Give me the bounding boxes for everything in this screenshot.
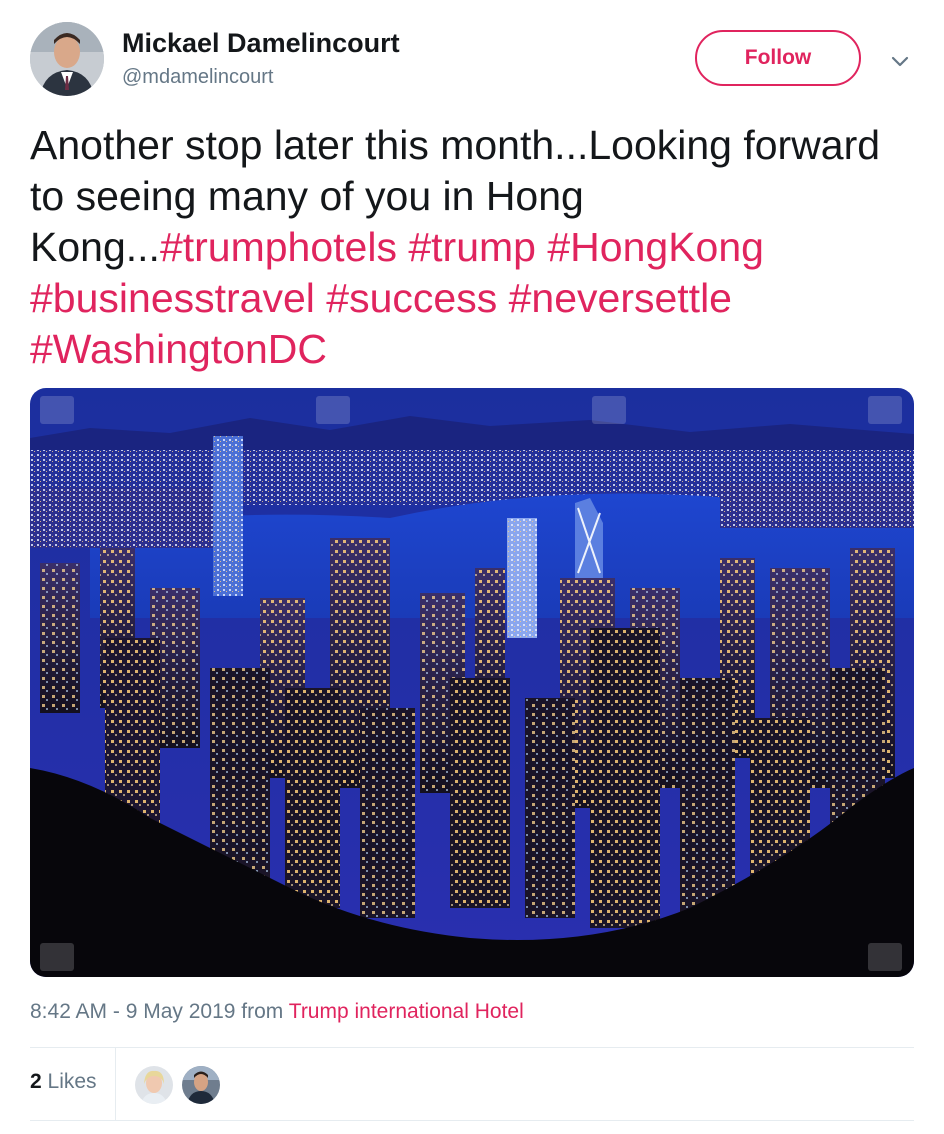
author-avatar[interactable] [30, 22, 104, 96]
vertical-divider [115, 1048, 116, 1120]
tweet-photo[interactable] [30, 388, 914, 977]
follow-button[interactable]: Follow [695, 30, 861, 86]
from-label: from [241, 1000, 284, 1023]
liker-avatar[interactable] [135, 1066, 173, 1104]
author-name[interactable]: Mickael Damelincourt [122, 28, 400, 59]
tweet-timestamp[interactable]: 8:42 AM - 9 May 2019 [30, 1000, 235, 1023]
likes-label: Likes [47, 1070, 97, 1093]
hashtag-link[interactable]: #businesstravel [30, 275, 315, 321]
tweet-text: Another stop later this month...Looking … [30, 120, 910, 375]
liker-avatar[interactable] [182, 1066, 220, 1104]
likes-number: 2 [30, 1070, 42, 1093]
hashtag-link[interactable]: #neversettle [509, 275, 732, 321]
hashtag-link[interactable]: #HongKong [547, 224, 764, 270]
chevron-down-icon[interactable] [885, 46, 915, 76]
tweet-source-link[interactable]: Trump international Hotel [289, 1000, 524, 1023]
city-skyline-image [30, 388, 914, 977]
tweet-meta: 8:42 AM - 9 May 2019 from Trump internat… [30, 1000, 524, 1024]
hashtag-link[interactable]: #trumphotels [160, 224, 397, 270]
likes-count[interactable]: 2 Likes [30, 1070, 97, 1094]
divider [30, 1120, 914, 1121]
hashtag-link[interactable]: #WashingtonDC [30, 326, 327, 372]
divider [30, 1047, 914, 1048]
hashtag-link[interactable]: #success [326, 275, 497, 321]
author-handle[interactable]: @mdamelincourt [122, 66, 273, 89]
tweet-header: Mickael Damelincourt @mdamelincourt Foll… [30, 22, 920, 102]
hashtag-link[interactable]: #trump [408, 224, 536, 270]
